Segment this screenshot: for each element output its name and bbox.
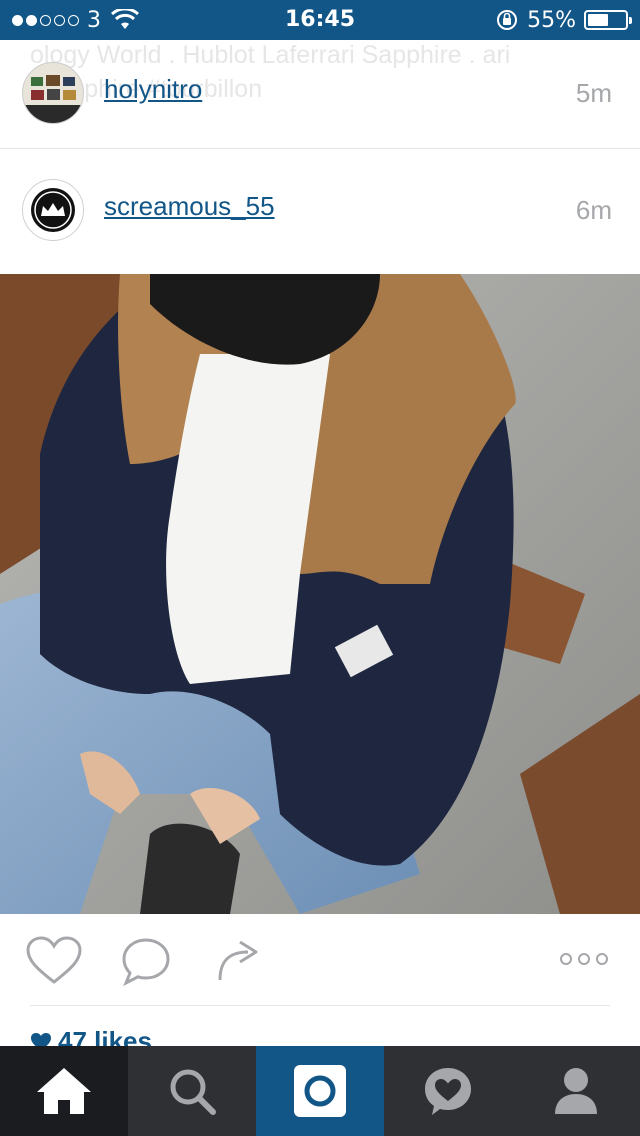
avatar-holynitro[interactable] [22, 62, 84, 124]
battery-icon [584, 10, 632, 30]
battery-percent: 55% [527, 7, 576, 33]
post-header-holynitro: holynitro 5m [0, 38, 640, 148]
heart-icon[interactable] [26, 936, 82, 986]
post-photo[interactable] [0, 274, 640, 914]
post-header-screamous: screamous_55 6m [0, 148, 640, 273]
post-time: 5m [575, 78, 612, 108]
tab-bar [0, 1046, 640, 1136]
camera-icon [294, 1065, 346, 1117]
tab-camera[interactable] [256, 1046, 384, 1136]
username-link[interactable]: holynitro [104, 74, 202, 105]
comment-bubble-icon[interactable] [120, 936, 172, 988]
tab-profile[interactable] [512, 1046, 640, 1136]
post-actions [0, 914, 640, 1006]
tab-search[interactable] [128, 1046, 256, 1136]
status-right: 55% [495, 0, 632, 40]
profile-icon [555, 1068, 597, 1114]
more-options-icon[interactable] [558, 950, 610, 968]
avatar-screamous[interactable] [22, 179, 84, 241]
username-link[interactable]: screamous_55 [104, 191, 275, 222]
rotation-lock-icon [497, 10, 518, 30]
activity-heart-icon [425, 1068, 471, 1115]
tab-activity[interactable] [384, 1046, 512, 1136]
home-icon [37, 1068, 91, 1114]
share-arrow-icon[interactable] [214, 936, 262, 984]
status-bar: 3 16:45 55% [0, 0, 640, 40]
search-icon [170, 1069, 216, 1115]
tab-home[interactable] [0, 1046, 128, 1136]
actions-divider [30, 1005, 610, 1006]
post-time: 6m [575, 195, 612, 225]
